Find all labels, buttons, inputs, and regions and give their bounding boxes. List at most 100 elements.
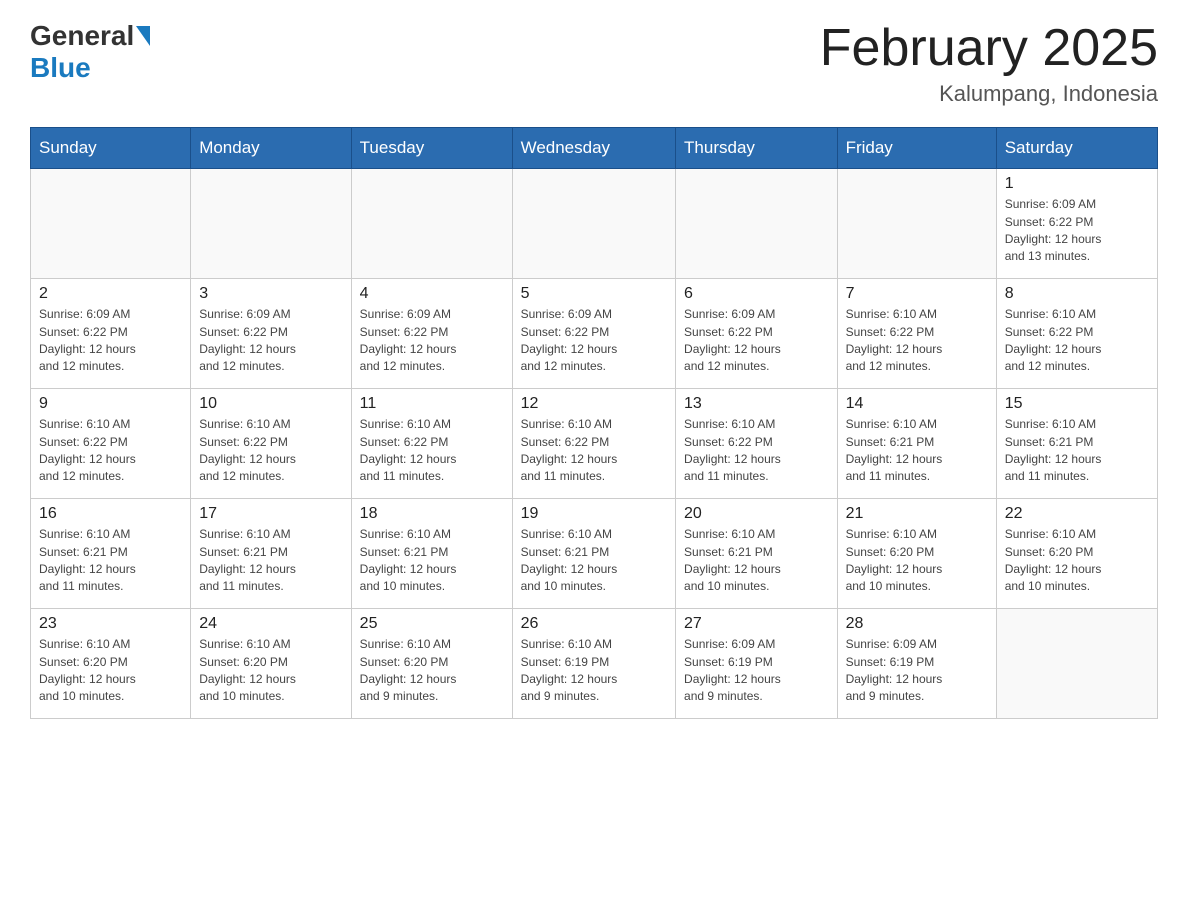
- day-cell: [31, 169, 191, 279]
- day-cell: 4 Sunrise: 6:09 AM Sunset: 6:22 PM Daylig…: [351, 279, 512, 389]
- day-info: Sunrise: 6:10 AM Sunset: 6:22 PM Dayligh…: [199, 416, 342, 486]
- day-cell: 3 Sunrise: 6:09 AM Sunset: 6:22 PM Daylig…: [191, 279, 351, 389]
- day-cell: 5 Sunrise: 6:09 AM Sunset: 6:22 PM Daylig…: [512, 279, 675, 389]
- day-info: Sunrise: 6:10 AM Sunset: 6:22 PM Dayligh…: [684, 416, 829, 486]
- day-number: 23: [39, 615, 182, 633]
- day-number: 1: [1005, 175, 1149, 193]
- day-cell: 6 Sunrise: 6:09 AM Sunset: 6:22 PM Daylig…: [676, 279, 838, 389]
- day-number: 20: [684, 505, 829, 523]
- day-info: Sunrise: 6:10 AM Sunset: 6:20 PM Dayligh…: [360, 636, 504, 706]
- day-number: 2: [39, 285, 182, 303]
- day-number: 14: [846, 395, 988, 413]
- header-wednesday: Wednesday: [512, 128, 675, 169]
- day-cell: 14 Sunrise: 6:10 AM Sunset: 6:21 PM Dayli…: [837, 389, 996, 499]
- day-info: Sunrise: 6:10 AM Sunset: 6:20 PM Dayligh…: [846, 526, 988, 596]
- day-info: Sunrise: 6:10 AM Sunset: 6:21 PM Dayligh…: [1005, 416, 1149, 486]
- day-number: 25: [360, 615, 504, 633]
- day-cell: 28 Sunrise: 6:09 AM Sunset: 6:19 PM Dayli…: [837, 609, 996, 719]
- day-number: 4: [360, 285, 504, 303]
- day-cell: [837, 169, 996, 279]
- header-monday: Monday: [191, 128, 351, 169]
- day-cell: 22 Sunrise: 6:10 AM Sunset: 6:20 PM Dayli…: [996, 499, 1157, 609]
- logo-general-text: General: [30, 20, 134, 52]
- day-number: 26: [521, 615, 667, 633]
- week-row-4: 23 Sunrise: 6:10 AM Sunset: 6:20 PM Dayli…: [31, 609, 1158, 719]
- day-info: Sunrise: 6:10 AM Sunset: 6:21 PM Dayligh…: [360, 526, 504, 596]
- day-info: Sunrise: 6:10 AM Sunset: 6:22 PM Dayligh…: [1005, 306, 1149, 376]
- day-number: 6: [684, 285, 829, 303]
- day-info: Sunrise: 6:09 AM Sunset: 6:19 PM Dayligh…: [684, 636, 829, 706]
- day-cell: 26 Sunrise: 6:10 AM Sunset: 6:19 PM Dayli…: [512, 609, 675, 719]
- week-row-1: 2 Sunrise: 6:09 AM Sunset: 6:22 PM Daylig…: [31, 279, 1158, 389]
- header-sunday: Sunday: [31, 128, 191, 169]
- day-cell: 23 Sunrise: 6:10 AM Sunset: 6:20 PM Dayli…: [31, 609, 191, 719]
- day-info: Sunrise: 6:09 AM Sunset: 6:22 PM Dayligh…: [199, 306, 342, 376]
- day-cell: 19 Sunrise: 6:10 AM Sunset: 6:21 PM Dayli…: [512, 499, 675, 609]
- day-cell: [191, 169, 351, 279]
- day-number: 13: [684, 395, 829, 413]
- day-info: Sunrise: 6:10 AM Sunset: 6:22 PM Dayligh…: [846, 306, 988, 376]
- day-number: 3: [199, 285, 342, 303]
- day-info: Sunrise: 6:10 AM Sunset: 6:22 PM Dayligh…: [360, 416, 504, 486]
- day-cell: 7 Sunrise: 6:10 AM Sunset: 6:22 PM Daylig…: [837, 279, 996, 389]
- day-cell: 27 Sunrise: 6:09 AM Sunset: 6:19 PM Dayli…: [676, 609, 838, 719]
- day-cell: 13 Sunrise: 6:10 AM Sunset: 6:22 PM Dayli…: [676, 389, 838, 499]
- day-cell: [996, 609, 1157, 719]
- day-number: 8: [1005, 285, 1149, 303]
- header-thursday: Thursday: [676, 128, 838, 169]
- day-number: 12: [521, 395, 667, 413]
- day-info: Sunrise: 6:10 AM Sunset: 6:22 PM Dayligh…: [521, 416, 667, 486]
- logo-blue-text: Blue: [30, 52, 91, 83]
- title-section: February 2025 Kalumpang, Indonesia: [820, 20, 1158, 107]
- day-number: 28: [846, 615, 988, 633]
- day-cell: 15Sunrise: 6:10 AM Sunset: 6:21 PM Dayli…: [996, 389, 1157, 499]
- day-info: Sunrise: 6:10 AM Sunset: 6:21 PM Dayligh…: [684, 526, 829, 596]
- day-info: Sunrise: 6:10 AM Sunset: 6:20 PM Dayligh…: [1005, 526, 1149, 596]
- day-cell: 10Sunrise: 6:10 AM Sunset: 6:22 PM Dayli…: [191, 389, 351, 499]
- location: Kalumpang, Indonesia: [820, 81, 1158, 107]
- header-friday: Friday: [837, 128, 996, 169]
- day-cell: 18Sunrise: 6:10 AM Sunset: 6:21 PM Dayli…: [351, 499, 512, 609]
- day-number: 5: [521, 285, 667, 303]
- day-info: Sunrise: 6:09 AM Sunset: 6:19 PM Dayligh…: [846, 636, 988, 706]
- day-info: Sunrise: 6:09 AM Sunset: 6:22 PM Dayligh…: [684, 306, 829, 376]
- day-info: Sunrise: 6:09 AM Sunset: 6:22 PM Dayligh…: [360, 306, 504, 376]
- logo-triangle-icon: [136, 26, 150, 46]
- day-cell: 11 Sunrise: 6:10 AM Sunset: 6:22 PM Dayli…: [351, 389, 512, 499]
- day-info: Sunrise: 6:10 AM Sunset: 6:21 PM Dayligh…: [846, 416, 988, 486]
- day-cell: 2 Sunrise: 6:09 AM Sunset: 6:22 PM Daylig…: [31, 279, 191, 389]
- day-number: 16: [39, 505, 182, 523]
- day-number: 11: [360, 395, 504, 413]
- day-cell: [676, 169, 838, 279]
- day-number: 19: [521, 505, 667, 523]
- day-number: 22: [1005, 505, 1149, 523]
- week-row-3: 16 Sunrise: 6:10 AM Sunset: 6:21 PM Dayli…: [31, 499, 1158, 609]
- day-cell: [351, 169, 512, 279]
- day-cell: 12 Sunrise: 6:10 AM Sunset: 6:22 PM Dayli…: [512, 389, 675, 499]
- day-number: 21: [846, 505, 988, 523]
- day-info: Sunrise: 6:10 AM Sunset: 6:21 PM Dayligh…: [39, 526, 182, 596]
- day-info: Sunrise: 6:10 AM Sunset: 6:20 PM Dayligh…: [39, 636, 182, 706]
- day-cell: 17Sunrise: 6:10 AM Sunset: 6:21 PM Dayli…: [191, 499, 351, 609]
- day-number: 9: [39, 395, 182, 413]
- day-info: Sunrise: 6:10 AM Sunset: 6:20 PM Dayligh…: [199, 636, 342, 706]
- header-saturday: Saturday: [996, 128, 1157, 169]
- day-cell: 9 Sunrise: 6:10 AM Sunset: 6:22 PM Daylig…: [31, 389, 191, 499]
- calendar-table: Sunday Monday Tuesday Wednesday Thursday…: [30, 127, 1158, 719]
- day-number: 17: [199, 505, 342, 523]
- day-cell: 21 Sunrise: 6:10 AM Sunset: 6:20 PM Dayli…: [837, 499, 996, 609]
- day-info: Sunrise: 6:10 AM Sunset: 6:22 PM Dayligh…: [39, 416, 182, 486]
- calendar-header-row: Sunday Monday Tuesday Wednesday Thursday…: [31, 128, 1158, 169]
- day-cell: 20 Sunrise: 6:10 AM Sunset: 6:21 PM Dayli…: [676, 499, 838, 609]
- header-tuesday: Tuesday: [351, 128, 512, 169]
- day-info: Sunrise: 6:09 AM Sunset: 6:22 PM Dayligh…: [39, 306, 182, 376]
- day-info: Sunrise: 6:09 AM Sunset: 6:22 PM Dayligh…: [1005, 196, 1149, 266]
- day-number: 7: [846, 285, 988, 303]
- day-info: Sunrise: 6:09 AM Sunset: 6:22 PM Dayligh…: [521, 306, 667, 376]
- day-cell: 24 Sunrise: 6:10 AM Sunset: 6:20 PM Dayli…: [191, 609, 351, 719]
- day-info: Sunrise: 6:10 AM Sunset: 6:21 PM Dayligh…: [521, 526, 667, 596]
- day-info: Sunrise: 6:10 AM Sunset: 6:19 PM Dayligh…: [521, 636, 667, 706]
- day-number: 27: [684, 615, 829, 633]
- week-row-0: 1 Sunrise: 6:09 AM Sunset: 6:22 PM Daylig…: [31, 169, 1158, 279]
- day-number: 24: [199, 615, 342, 633]
